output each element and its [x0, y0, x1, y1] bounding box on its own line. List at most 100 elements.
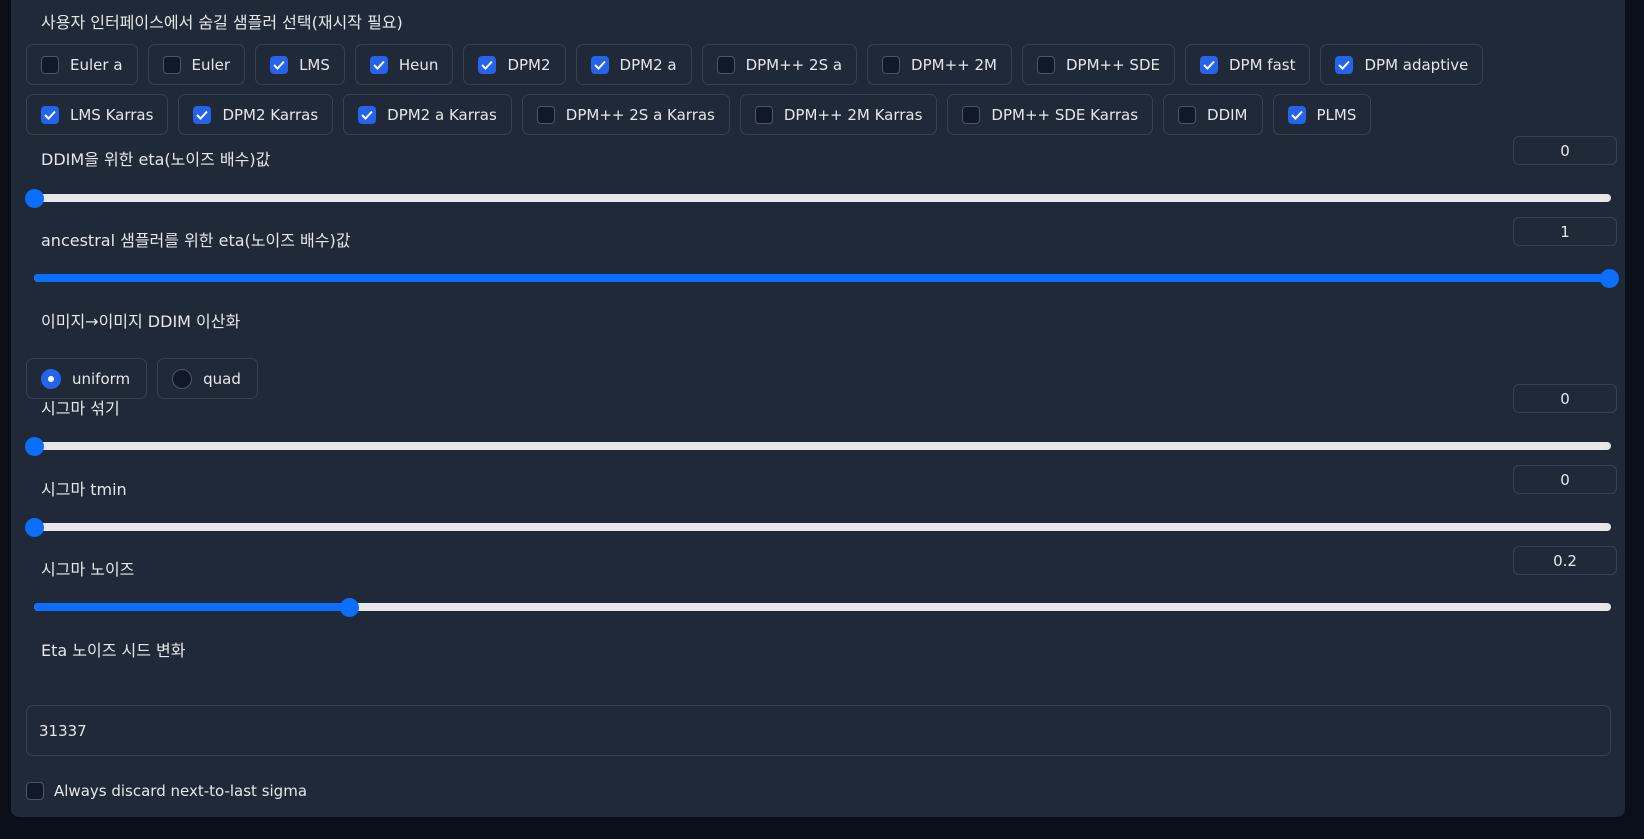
- sampler-checkbox-dpm2-a-karras[interactable]: DPM2 a Karras: [343, 94, 512, 135]
- sampler-checkbox-dpm2[interactable]: DPM2: [463, 44, 566, 85]
- checkmark-icon: [1290, 110, 1303, 120]
- checkbox-box[interactable]: [26, 782, 44, 800]
- slider-thumb[interactable]: [340, 598, 359, 617]
- eta-ancestral-slider[interactable]: [26, 268, 1619, 288]
- checkbox-box[interactable]: [1335, 55, 1354, 74]
- radio-label: quad: [203, 369, 241, 388]
- sampler-checkbox-heun[interactable]: Heun: [354, 44, 454, 85]
- slider-thumb[interactable]: [1600, 269, 1619, 288]
- sampler-label: DPM++ SDE Karras: [991, 105, 1139, 124]
- sampler-checkbox-dpm-fast[interactable]: DPM fast: [1184, 44, 1311, 85]
- checkmark-icon: [373, 60, 385, 70]
- checkmark-icon: [1203, 60, 1215, 70]
- sampler-label: DPM adaptive: [1364, 55, 1469, 74]
- sampler-label: LMS Karras: [70, 105, 154, 124]
- checkbox-box[interactable]: [478, 55, 497, 74]
- sampler-label: DPM2 a: [619, 55, 677, 74]
- radio-label: uniform: [72, 369, 131, 388]
- eta-ddim-slider[interactable]: [25, 188, 1611, 208]
- sampler-checkbox-dpm2-karras[interactable]: DPM2 Karras: [178, 94, 334, 135]
- sampler-label: DPM fast: [1228, 55, 1296, 74]
- sigma-noise-slider[interactable]: [26, 597, 1611, 617]
- checkbox-box[interactable]: [41, 55, 59, 74]
- checkbox-box[interactable]: [716, 55, 735, 74]
- sampler-checkbox-ddim[interactable]: DDIM: [1163, 94, 1263, 135]
- sigma-churn-number-input[interactable]: 0: [1513, 384, 1617, 413]
- sigma-noise-number-input[interactable]: 0.2: [1513, 546, 1617, 575]
- slider-thumb[interactable]: [25, 437, 44, 456]
- checkbox-box[interactable]: [193, 105, 212, 124]
- slider-fill: [34, 274, 1611, 282]
- checkbox-box[interactable]: [1199, 55, 1218, 74]
- slider-track: [34, 194, 1611, 202]
- sampler-checkbox-euler[interactable]: Euler: [147, 44, 246, 85]
- sampler-label: DPM++ 2M Karras: [783, 105, 923, 124]
- eta-ddim-number-input[interactable]: 0: [1513, 136, 1617, 165]
- sampler-checkbox-dpmpp-2s-a-karras[interactable]: DPM++ 2S a Karras: [521, 94, 730, 135]
- sampler-label: DPM2 a Karras: [387, 105, 497, 124]
- eta-ddim-label: DDIM을 위한 eta(노이즈 배수)값: [41, 150, 271, 169]
- ddim-discretize-radio-group: uniform quad: [26, 358, 258, 399]
- sampler-label: LMS: [299, 55, 330, 74]
- checkbox-box[interactable]: [536, 105, 555, 124]
- checkbox-box[interactable]: [358, 105, 377, 124]
- checkbox-box[interactable]: [162, 55, 181, 74]
- slider-track: [34, 442, 1611, 450]
- checkbox-box[interactable]: [590, 55, 609, 74]
- sigma-churn-slider[interactable]: [25, 436, 1611, 456]
- sampler-label: DPM2 Karras: [222, 105, 319, 124]
- sampler-checkbox-lms[interactable]: LMS: [255, 44, 345, 85]
- eta-ancestral-number-input[interactable]: 1: [1513, 217, 1617, 246]
- checkmark-icon: [44, 110, 56, 120]
- sampler-label: DPM++ SDE: [1065, 55, 1160, 74]
- radio-dot[interactable]: [41, 368, 61, 389]
- radio-quad[interactable]: quad: [157, 358, 258, 399]
- sampler-label: Euler: [191, 55, 231, 74]
- sampler-checkbox-plms[interactable]: PLMS: [1272, 94, 1372, 135]
- sampler-label: DPM++ 2S a Karras: [565, 105, 715, 124]
- sampler-checkbox-dpm-adaptive[interactable]: DPM adaptive: [1320, 44, 1484, 85]
- slider-thumb[interactable]: [25, 518, 44, 537]
- slider-fill: [34, 603, 350, 611]
- checkbox-box[interactable]: [270, 55, 289, 74]
- sigma-tmin-label: 시그마 tmin: [41, 480, 127, 499]
- checkbox-box[interactable]: [962, 105, 981, 124]
- sampler-checkbox-dpmpp-2s-a[interactable]: DPM++ 2S a: [701, 44, 858, 85]
- radio-dot[interactable]: [172, 368, 193, 389]
- radio-uniform[interactable]: uniform: [26, 358, 148, 399]
- always-discard-checkbox[interactable]: Always discard next-to-last sigma: [26, 782, 307, 800]
- sampler-checkbox-dpm2-a[interactable]: DPM2 a: [575, 44, 692, 85]
- eta-noise-seed-input[interactable]: 31337: [26, 705, 1611, 756]
- checkbox-box[interactable]: [41, 105, 59, 124]
- sigma-noise-label: 시그마 노이즈: [41, 560, 135, 579]
- sampler-checkbox-euler-a[interactable]: Euler a: [26, 44, 138, 85]
- checkmark-icon: [273, 60, 285, 70]
- sampler-label: PLMS: [1316, 105, 1357, 124]
- sampler-checkbox-dpmpp-2m-karras[interactable]: DPM++ 2M Karras: [739, 94, 938, 135]
- sampler-label: DPM++ 2S a: [745, 55, 843, 74]
- sampler-checkbox-dpmpp-sde[interactable]: DPM++ SDE: [1021, 44, 1175, 85]
- checkbox-box[interactable]: [754, 105, 773, 124]
- sigma-tmin-slider[interactable]: [25, 517, 1611, 537]
- checkbox-box[interactable]: [1178, 105, 1197, 124]
- sampler-label: DPM++ 2M: [911, 55, 997, 74]
- sigma-tmin-number-input[interactable]: 0: [1513, 465, 1617, 494]
- checkbox-box[interactable]: [369, 55, 388, 74]
- sampler-label: Heun: [398, 55, 439, 74]
- slider-track: [34, 523, 1611, 531]
- sampler-checkbox-dpmpp-2m[interactable]: DPM++ 2M: [867, 44, 1012, 85]
- hidden-samplers-label: 사용자 인터페이스에서 숨길 샘플러 선택(재시작 필요): [41, 13, 403, 32]
- checkmark-icon: [361, 110, 373, 120]
- sampler-label: Euler a: [70, 55, 123, 74]
- checkbox-box[interactable]: [882, 55, 901, 74]
- always-discard-label: Always discard next-to-last sigma: [54, 782, 308, 800]
- slider-thumb[interactable]: [25, 189, 44, 208]
- checkbox-box[interactable]: [1287, 105, 1306, 124]
- sampler-label: DDIM: [1207, 105, 1248, 124]
- checkbox-box[interactable]: [1036, 55, 1055, 74]
- sampler-checkbox-dpmpp-sde-karras[interactable]: DPM++ SDE Karras: [947, 94, 1154, 135]
- sampler-checkbox-lms-karras[interactable]: LMS Karras: [26, 94, 169, 135]
- slider-track: [34, 603, 1611, 611]
- sampler-checkbox-row-1: Euler a Euler LMS Heun DPM2 DPM2 a DPM++ 2S a D…: [26, 44, 1484, 85]
- checkmark-icon: [593, 60, 606, 70]
